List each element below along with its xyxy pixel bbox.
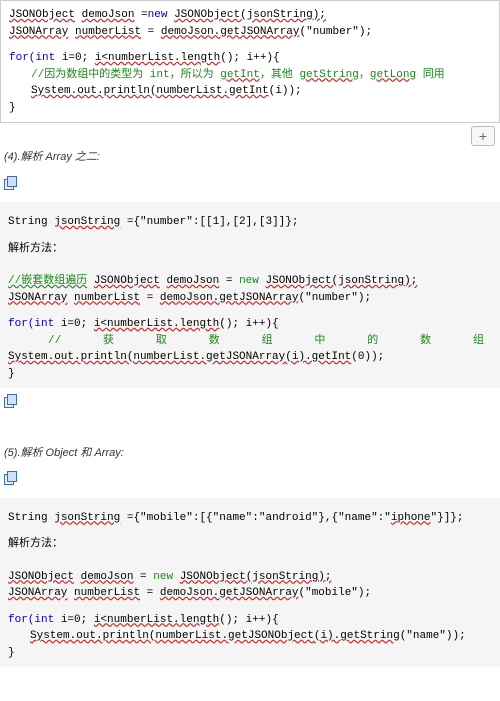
code-line: //嵌套数组遍历 JSONObject demoJson = new JSONO… [8, 273, 492, 290]
code-line: String jsonString ={"mobile":[{"name":"a… [8, 510, 492, 527]
code-block-2: String jsonString ={"number":[[1],[2],[3… [0, 202, 500, 388]
code-block-3: String jsonString ={"mobile":[{"name":"a… [0, 498, 500, 668]
code-line: for(int i=0; i<numberList.length(); i++)… [8, 612, 492, 629]
code-line: System.out.println(numberList.getJSONObj… [8, 628, 492, 645]
section-title-5: (5).解析 Object 和 Array: [4, 445, 500, 462]
code-line: String jsonString ={"number":[[1],[2],[3… [8, 214, 492, 231]
code-line: } [8, 366, 492, 383]
code-line: JSONObject demoJson = new JSONObject(jso… [8, 569, 492, 586]
copy-icon[interactable] [4, 176, 18, 190]
code-comment-spaced: //获取数组中的数组 [8, 333, 492, 350]
code-line: System.out.println(numberList.getJSONArr… [8, 349, 492, 366]
code-line: 解析方法： [8, 536, 492, 553]
code-block-1: JSONObject demoJson =new JSONObject(json… [0, 0, 500, 123]
copy-icon[interactable] [4, 394, 18, 408]
code-line: } [9, 100, 491, 117]
code-line: System.out.println(numberList.getInt(i))… [9, 83, 491, 100]
code-line: JSONArray numberList = demoJson.getJSONA… [9, 24, 491, 41]
expand-button[interactable]: + [471, 126, 495, 146]
code-line: for(int i=0; i<numberList.length(); i++)… [8, 316, 492, 333]
code-line: 解析方法： [8, 241, 492, 258]
section-title-4: (4).解析 Array 之二: [4, 149, 500, 166]
code-line: JSONArray numberList = demoJson.getJSONA… [8, 290, 492, 307]
code-line: JSONArray numberList = demoJson.getJSONA… [8, 585, 492, 602]
code-comment: //因为数组中的类型为 int，所以为 getInt，其他 getString，… [9, 67, 491, 84]
code-line: } [8, 645, 492, 662]
copy-icon[interactable] [4, 471, 18, 485]
code-line: JSONObject demoJson =new JSONObject(json… [9, 7, 491, 24]
code-line: for(int i=0; i<numberList.length(); i++)… [9, 50, 491, 67]
